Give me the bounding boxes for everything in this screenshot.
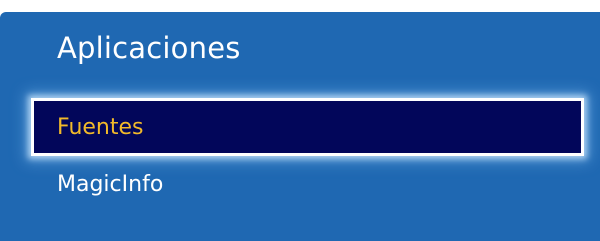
menu-list: Fuentes MagicInfo [31,98,584,212]
menu-item-magicinfo[interactable]: MagicInfo [31,156,584,212]
menu-item-fuentes[interactable]: Fuentes [31,98,584,156]
menu-title: Aplicaciones [57,31,241,65]
menu-item-label: MagicInfo [57,171,164,197]
menu-item-label: Fuentes [57,114,144,140]
applications-menu-panel: Aplicaciones Fuentes MagicInfo [0,12,600,241]
